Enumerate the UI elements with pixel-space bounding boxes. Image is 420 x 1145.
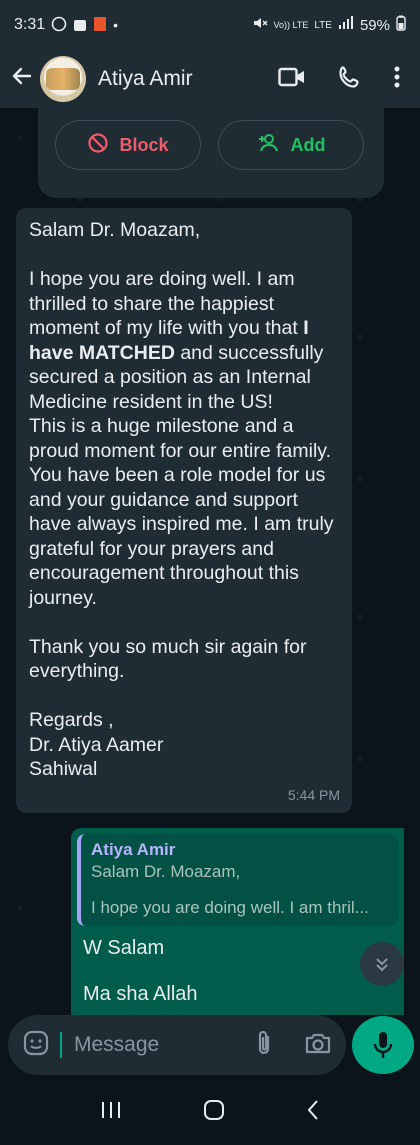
message-input-container[interactable]	[8, 1015, 346, 1075]
text-caret	[60, 1032, 62, 1058]
quoted-line-2: I hope you are doing well. I am thril...	[91, 898, 369, 917]
contact-name[interactable]: Atiya Amir	[98, 67, 193, 91]
status-time: 3:31	[14, 16, 46, 33]
status-bar: 3:31 • Vo)) LTE LTE 59%	[0, 0, 420, 50]
battery-icon	[396, 15, 406, 35]
add-contact-button[interactable]: Add	[218, 120, 364, 170]
add-person-icon	[257, 132, 281, 159]
system-nav-bar	[0, 1081, 420, 1145]
whatsapp-notification-icon	[51, 16, 67, 35]
message-greeting: Salam Dr. Moazam,	[29, 219, 201, 241]
signal-icon	[338, 16, 354, 34]
message-signoff: Regards ,	[29, 709, 114, 731]
arrow-back-icon[interactable]	[10, 64, 38, 95]
more-notifications-dot-icon: •	[113, 17, 119, 33]
phone-icon[interactable]	[338, 65, 362, 94]
block-label: Block	[119, 134, 169, 155]
message-timestamp: 5:44 PM	[287, 786, 340, 803]
quoted-sender: Atiya Amir	[91, 840, 176, 859]
recent-apps-icon[interactable]	[100, 1099, 122, 1127]
shopping-bag-icon	[73, 16, 87, 35]
message-input[interactable]	[74, 1033, 244, 1057]
attach-icon[interactable]	[254, 1029, 274, 1062]
quoted-line-1: Salam Dr. Moazam,	[91, 862, 241, 881]
office-app-icon	[93, 16, 107, 35]
double-chevron-down-icon	[376, 958, 388, 972]
quoted-message[interactable]: Atiya Amir Salam Dr. Moazam, I hope you …	[77, 834, 398, 926]
mute-icon	[252, 15, 268, 35]
nav-back-icon[interactable]	[306, 1099, 320, 1128]
video-call-icon[interactable]	[278, 66, 306, 93]
block-icon	[87, 132, 109, 159]
message-paragraph-1: I hope you are doing well. I am thrilled…	[29, 268, 324, 413]
network-type: LTE	[314, 19, 332, 31]
incoming-message-bubble[interactable]: Salam Dr. Moazam, I hope you are doing w…	[16, 208, 352, 813]
battery-level: 59%	[359, 16, 390, 34]
chat-area[interactable]: Block Add Salam Dr. Moazam, I hope you a…	[0, 108, 420, 1015]
outgoing-message-bubble[interactable]: Atiya Amir Salam Dr. Moazam, I hope you …	[71, 828, 404, 1015]
scroll-to-bottom-button[interactable]	[360, 942, 404, 986]
add-label: Add	[290, 134, 326, 155]
unknown-contact-card: Block Add	[38, 108, 384, 198]
chat-header: Atiya Amir	[0, 50, 420, 108]
mic-icon	[373, 1032, 393, 1058]
message-signature-city: Sahiwal	[29, 758, 98, 780]
sticker-icon[interactable]	[22, 1029, 50, 1062]
reply-line-1: W Salam	[83, 937, 165, 959]
volte-indicator: Vo)) LTE	[273, 19, 309, 30]
mic-button[interactable]	[352, 1016, 414, 1074]
home-icon[interactable]	[203, 1099, 225, 1128]
message-composer	[0, 1015, 420, 1081]
message-paragraph-3: Thank you so much sir again for everythi…	[29, 635, 307, 683]
reply-line-2: Ma sha Allah	[83, 983, 198, 1005]
more-vert-icon[interactable]	[394, 66, 400, 93]
avatar[interactable]	[40, 56, 86, 102]
message-paragraph-2: This is a huge milestone and a proud mom…	[29, 415, 334, 609]
message-signature-name: Dr. Atiya Aamer	[29, 733, 164, 756]
block-button[interactable]: Block	[55, 120, 201, 170]
camera-icon[interactable]	[304, 1031, 332, 1060]
